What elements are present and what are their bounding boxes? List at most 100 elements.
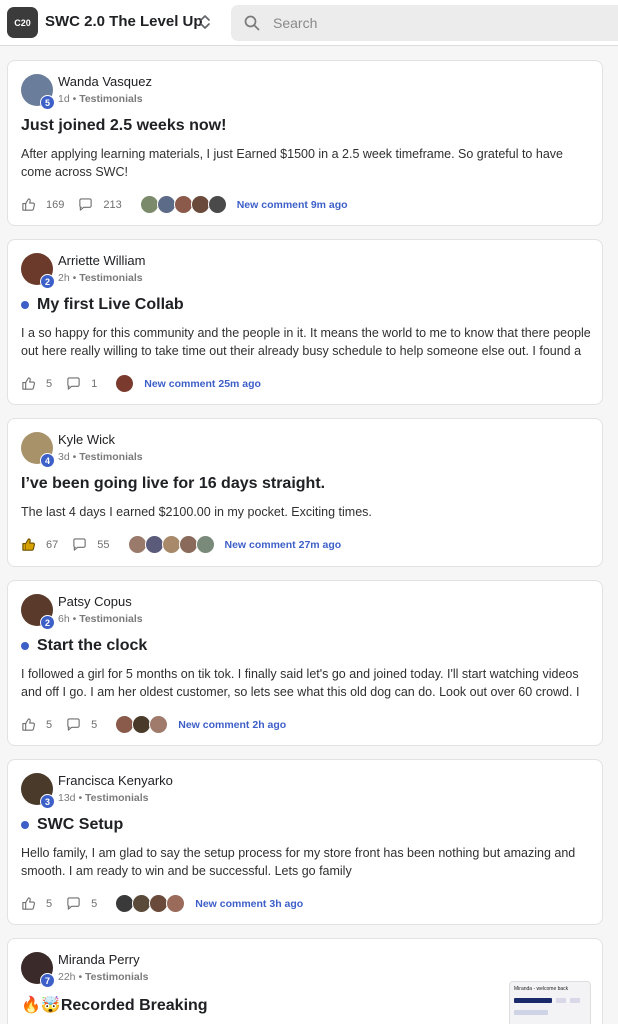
post-title[interactable]: My first Live Collab	[37, 296, 184, 314]
last-comment-link[interactable]: New comment 25m ago	[144, 378, 261, 390]
comment-button[interactable]: 5	[66, 896, 97, 911]
post-body[interactable]: Hello family, I am glad to say the setup…	[21, 844, 593, 880]
comment-icon	[67, 897, 80, 910]
post-card[interactable]: 5 Wanda Vasquez 1d • Testimonials Just join…	[7, 60, 603, 226]
commenter-avatars[interactable]	[139, 195, 227, 214]
last-comment-link[interactable]: New comment 2h ago	[178, 719, 286, 731]
like-button[interactable]: 169	[21, 197, 64, 212]
commenter-avatar	[127, 535, 147, 554]
title-row[interactable]: My first Live Collab	[21, 296, 184, 314]
post-card[interactable]: 3 Francisca Kenyarko 13d • Testimonials SWC…	[7, 759, 603, 925]
post-title[interactable]: Start the clock	[37, 637, 147, 655]
post-title[interactable]: Just joined 2.5 weeks now!	[21, 117, 226, 135]
comment-count: 213	[103, 198, 122, 211]
like-button[interactable]: 5	[21, 717, 52, 732]
post-time: 1d	[58, 93, 70, 105]
post-category[interactable]: Testimonials	[85, 971, 148, 983]
search-input[interactable]	[273, 5, 613, 41]
comment-count: 1	[91, 377, 98, 390]
last-comment-link[interactable]: New comment 3h ago	[195, 898, 303, 910]
last-comment-link[interactable]: New comment 27m ago	[225, 539, 342, 551]
like-button[interactable]: 67	[21, 537, 58, 552]
commenter-avatars[interactable]	[115, 894, 186, 913]
post-card[interactable]: 7 Miranda Perry 22h • Testimonials 🔥🤯Record…	[7, 938, 603, 1024]
like-count: 5	[46, 718, 53, 731]
comment-button[interactable]: 213	[78, 197, 122, 212]
post-card[interactable]: 2 Patsy Copus 6h • Testimonials Start the c…	[7, 580, 603, 746]
commenter-avatar	[149, 715, 169, 734]
comment-button[interactable]: 55	[72, 537, 110, 552]
thumbs-up-icon	[22, 538, 36, 551]
commenter-avatars[interactable]	[115, 715, 169, 734]
post-title[interactable]: 🔥🤯Recorded Breaking	[21, 995, 208, 1015]
post-body[interactable]: I a so happy for this community and the …	[21, 324, 593, 360]
post-body[interactable]: The last 4 days I earned $2100.00 in my …	[21, 503, 593, 521]
commenter-avatar	[207, 195, 227, 214]
post-category[interactable]: Testimonials	[85, 792, 148, 804]
comment-count: 5	[91, 897, 98, 910]
search-bar[interactable]	[231, 5, 618, 41]
level-badge: 4	[40, 453, 55, 468]
post-meta: 1d • Testimonials	[58, 93, 143, 105]
post-category[interactable]: Testimonials	[79, 272, 142, 284]
post-thumbnail[interactable]: Miranda - welcome back	[509, 981, 591, 1024]
author-name[interactable]: Francisca Kenyarko	[58, 773, 173, 788]
thumbs-up-icon	[22, 897, 36, 910]
post-title[interactable]: I’ve been going live for 16 days straigh…	[21, 475, 325, 493]
comment-button[interactable]: 1	[66, 376, 97, 391]
commenter-avatar	[178, 535, 198, 554]
like-count: 67	[46, 538, 59, 551]
like-count: 5	[46, 377, 53, 390]
title-row[interactable]: 🔥🤯Recorded Breaking	[21, 995, 208, 1015]
last-comment-link[interactable]: New comment 9m ago	[237, 199, 348, 211]
post-stats: 5 1 New comment 25m ago	[21, 374, 261, 393]
post-card[interactable]: 2 Arriette William 2h • Testimonials My fir…	[7, 239, 603, 405]
post-stats: 67 55 New comment 27m ago	[21, 535, 341, 554]
post-body[interactable]: I followed a girl for 5 months on tik to…	[21, 665, 593, 701]
post-card[interactable]: 4 Kyle Wick 3d • Testimonials I’ve been goi…	[7, 418, 603, 567]
post-category[interactable]: Testimonials	[79, 93, 142, 105]
post-category[interactable]: Testimonials	[79, 451, 142, 463]
thumbnail-graphic	[570, 998, 580, 1003]
title-row[interactable]: Start the clock	[21, 637, 147, 655]
author-name[interactable]: Kyle Wick	[58, 432, 115, 447]
thumbs-up-icon	[22, 718, 36, 731]
thumbs-up-icon	[22, 377, 36, 390]
author-name[interactable]: Wanda Vasquez	[58, 74, 152, 89]
title-row[interactable]: SWC Setup	[21, 816, 123, 834]
post-title[interactable]: SWC Setup	[37, 816, 123, 834]
like-count: 169	[46, 198, 65, 211]
commenter-avatar	[173, 195, 193, 214]
unread-dot	[21, 301, 29, 309]
comment-button[interactable]: 5	[66, 717, 97, 732]
commenter-avatar	[144, 535, 164, 554]
level-badge: 7	[40, 973, 55, 988]
chevron-up-down-icon[interactable]	[196, 10, 214, 34]
level-badge: 5	[40, 95, 55, 110]
level-badge: 2	[40, 274, 55, 289]
comment-icon	[67, 377, 80, 390]
comment-count: 55	[97, 538, 110, 551]
post-body[interactable]: After applying learning materials, I jus…	[21, 145, 593, 181]
comment-icon	[67, 718, 80, 731]
like-button[interactable]: 5	[21, 376, 52, 391]
author-name[interactable]: Patsy Copus	[58, 594, 132, 609]
author-name[interactable]: Arriette William	[58, 253, 145, 268]
commenter-avatar	[190, 195, 210, 214]
commenter-avatar	[156, 195, 176, 214]
title-row[interactable]: I’ve been going live for 16 days straigh…	[21, 475, 325, 493]
comment-count: 5	[91, 718, 98, 731]
title-row[interactable]: Just joined 2.5 weeks now!	[21, 117, 226, 135]
post-time: 6h	[58, 613, 70, 625]
commenter-avatars[interactable]	[115, 374, 135, 393]
post-meta: 13d • Testimonials	[58, 792, 149, 804]
commenter-avatars[interactable]	[127, 535, 215, 554]
like-button[interactable]: 5	[21, 896, 52, 911]
post-meta: 22h • Testimonials	[58, 971, 149, 983]
post-stats: 169 213 New comment 9m ago	[21, 195, 348, 214]
post-time: 22h	[58, 971, 76, 983]
group-logo[interactable]: C20	[7, 7, 38, 38]
author-name[interactable]: Miranda Perry	[58, 952, 140, 967]
group-name[interactable]: SWC 2.0 The Level Up	[45, 13, 203, 30]
post-category[interactable]: Testimonials	[79, 613, 142, 625]
